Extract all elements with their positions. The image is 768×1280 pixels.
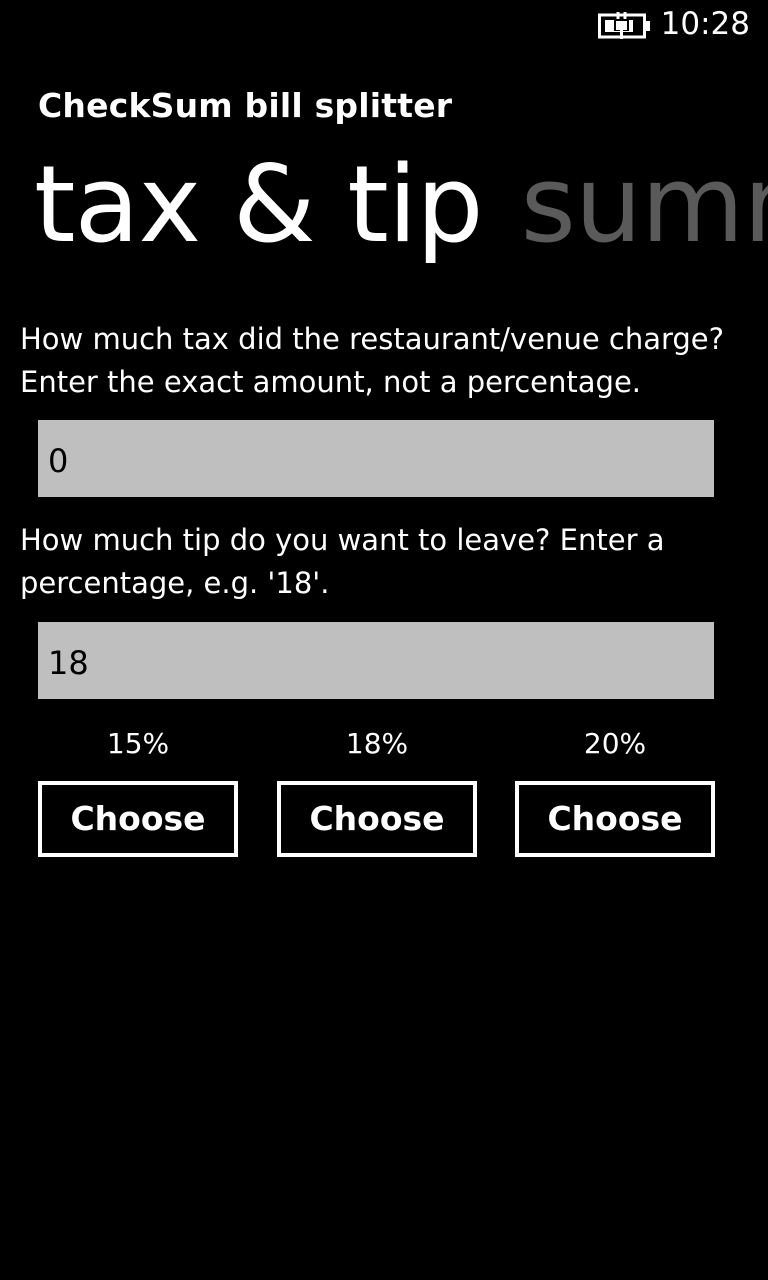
tip-option-15-label: 15%: [106, 727, 170, 760]
screen: 10:28 CheckSum bill splitter tax & tip su…: [0, 0, 768, 1280]
tip-option-20-label: 20%: [583, 727, 647, 760]
tip-percent-field[interactable]: [38, 622, 714, 699]
battery-charging-icon: [598, 12, 652, 40]
clock: 10:28: [660, 6, 750, 42]
pivot-header: tax & tip summ: [34, 140, 768, 270]
choose-18-button[interactable]: Choose: [277, 781, 477, 857]
app-title: CheckSum bill splitter: [38, 86, 453, 125]
pivot-item-tax-tip[interactable]: tax & tip: [34, 140, 484, 270]
tip-question: How much tip do you want to leave? Enter…: [20, 523, 665, 600]
tax-amount-field[interactable]: [38, 420, 714, 497]
tip-option-18-label: 18%: [345, 727, 409, 760]
status-bar: 10:28: [0, 0, 768, 50]
pivot-item-summary[interactable]: summ: [521, 140, 768, 270]
choose-20-button[interactable]: Choose: [515, 781, 715, 857]
tax-question: How much tax did the restaurant/venue ch…: [20, 322, 725, 399]
choose-15-button[interactable]: Choose: [38, 781, 238, 857]
